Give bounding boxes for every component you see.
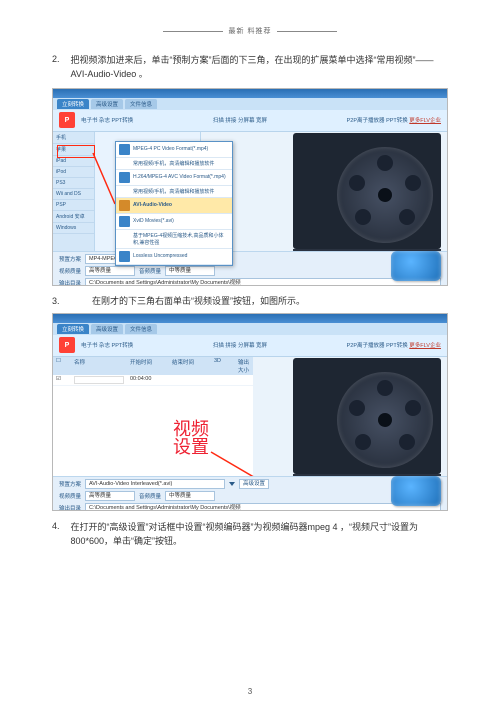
screenshot-1: 立刻转换 高级设置 文件信息 P 电子书 杂志 PPT转换 扫描 拼接 分屏幕 …: [52, 88, 448, 286]
promo-bar: P 电子书 杂志 PPT转换 扫描 拼接 分屏幕 宽屏 P2P离子播放器 PPT…: [53, 335, 447, 357]
doc-header: 最新 料推荐: [52, 26, 448, 36]
advanced-settings-button[interactable]: 高级设置: [239, 479, 269, 489]
bottom-options: 预置方案 MP4-MPEG-4 Video(*.mp4) ☐使用制作 视频质量 …: [53, 251, 447, 285]
page-number: 3: [0, 687, 500, 696]
format-icon: [119, 216, 130, 227]
file-row[interactable]: ☑ 00:04:00: [53, 375, 253, 386]
format-item-lossless[interactable]: Lossless Uncompressed: [116, 249, 232, 265]
device-psp[interactable]: PSP: [53, 200, 94, 211]
step-3-number: 3.: [52, 296, 68, 306]
out-label: 输出目录: [59, 504, 81, 511]
bottom-options: 预置方案 AVI-Audio-Video Interleaved(*.avi) …: [53, 476, 447, 510]
window-titlebar: [53, 89, 447, 98]
format-icon: [119, 172, 130, 183]
format-item-desc3: 基于MPEG-4视频压缩技术,高品质和小体积,兼容性强: [116, 230, 232, 249]
window-titlebar: [53, 314, 447, 323]
format-dropdown[interactable]: MPEG-4 PC Video Format(*.mp4) 常用视频/手机，高清…: [115, 141, 233, 266]
header-rule-right: [277, 31, 337, 32]
step-3-text: 在刚才的下三角右面单击“视频设置”按钮，如图所示。: [68, 294, 448, 307]
promo-text-right: P2P离子播放器 PPT转换: [347, 118, 408, 124]
vq-label: 视频质量: [59, 267, 81, 275]
out-label: 输出目录: [59, 279, 81, 286]
tab-convert[interactable]: 立刻转换: [57, 99, 89, 109]
device-android[interactable]: Android 安卓: [53, 211, 94, 223]
step-4: 4. 在打开的“高级设置”对话框中设置“视频编码器”为视频编码器mpeg 4 ，…: [52, 521, 448, 549]
vq-field[interactable]: 高等质量: [85, 491, 135, 501]
vq-label: 视频质量: [59, 492, 81, 500]
plan-label: 预置方案: [59, 480, 81, 488]
file-list: ☐ 名称 开始时间 结束时间 3D 输出大小 ☑ 00:04:00: [53, 357, 253, 476]
plan-field[interactable]: AVI-Audio-Video Interleaved(*.avi): [85, 479, 225, 489]
header-rule-left: [163, 31, 223, 32]
screenshot-2: 立刻转换 高级设置 文件信息 P 电子书 杂志 PPT转换 扫描 拼接 分屏幕 …: [52, 313, 448, 511]
red-box-device: [57, 145, 95, 158]
format-icon: [119, 144, 130, 155]
convert-button[interactable]: [391, 251, 441, 281]
format-item-mp4[interactable]: MPEG-4 PC Video Format(*.mp4): [116, 142, 232, 158]
tab-convert[interactable]: 立刻转换: [57, 324, 89, 334]
format-item-desc2: 常用视频/手机，高清编辑和播放软件: [116, 186, 232, 198]
convert-button[interactable]: [391, 476, 441, 506]
device-wii[interactable]: Wii and DS: [53, 189, 94, 200]
aq-field[interactable]: 中等质量: [165, 266, 215, 276]
step-4-text: 在打开的“高级设置”对话框中设置“视频编码器”为视频编码器mpeg 4 ，“视频…: [71, 521, 447, 549]
promo-link[interactable]: 更多FLV企业: [409, 343, 441, 349]
promo-text-left: 电子书 杂志 PPT转换: [81, 116, 133, 124]
device-ps3[interactable]: PS3: [53, 178, 94, 189]
vq-field[interactable]: 高等质量: [85, 266, 135, 276]
step-2: 2. 把视频添加进来后，单击“预制方案”后面的下三角，在出现的扩展菜单中选择“常…: [52, 54, 448, 82]
tab-row: 立刻转换 高级设置 文件信息: [53, 323, 447, 335]
format-icon: [119, 251, 130, 262]
tab-fileinfo[interactable]: 文件信息: [125, 324, 157, 334]
file-list-header: ☐ 名称 开始时间 结束时间 3D 输出大小: [53, 357, 253, 375]
step-2-text: 把视频添加进来后，单击“预制方案”后面的下三角，在出现的扩展菜单中选择“常用视频…: [71, 54, 447, 82]
promo-link[interactable]: 更多FLV企业: [409, 118, 441, 124]
promo-icon: P: [59, 337, 75, 353]
promo-bar: P 电子书 杂志 PPT转换 扫描 拼接 分屏幕 宽屏 P2P离子播放器 PPT…: [53, 110, 447, 132]
tab-row: 立刻转换 高级设置 文件信息: [53, 98, 447, 110]
promo-text-left: 电子书 杂志 PPT转换: [81, 341, 133, 349]
format-item-desc1: 常用视频/手机，高清编辑和播放软件: [116, 158, 232, 170]
film-reel-icon: [337, 147, 433, 243]
header-title: 最新 料推荐: [229, 26, 272, 36]
format-item-avi[interactable]: AVI-Audio-Video: [116, 198, 232, 214]
out-field[interactable]: C:\Documents and Settings\Administrator\…: [85, 503, 441, 511]
step-3: 3. 在刚才的下三角右面单击“视频设置”按钮，如图所示。: [52, 294, 448, 307]
tab-advanced[interactable]: 高级设置: [91, 324, 123, 334]
format-item-h264[interactable]: H.264/MPEG-4 AVC Video Format(*.mp4): [116, 170, 232, 186]
step-2-number: 2.: [52, 54, 68, 64]
promo-text-right: P2P离子播放器 PPT转换: [347, 343, 408, 349]
overlay-video-settings: 视频 设置: [173, 420, 209, 456]
promo-text-mid: 扫描 拼接 分屏幕 宽屏: [213, 343, 267, 349]
film-reel-icon: [337, 372, 433, 468]
promo-text-mid: 扫描 拼接 分屏幕 宽屏: [213, 116, 267, 124]
tab-advanced[interactable]: 高级设置: [91, 99, 123, 109]
format-icon: [119, 200, 130, 211]
step-4-number: 4.: [52, 521, 68, 531]
plan-label: 预置方案: [59, 255, 81, 263]
device-ipod[interactable]: iPod: [53, 167, 94, 178]
aq-label: 音频质量: [139, 492, 161, 500]
tab-fileinfo[interactable]: 文件信息: [125, 99, 157, 109]
device-phone[interactable]: 手机: [53, 132, 94, 144]
aq-field[interactable]: 中等质量: [165, 491, 215, 501]
format-item-xvid[interactable]: XviD Movies(*.avi): [116, 214, 232, 230]
aq-label: 音频质量: [139, 267, 161, 275]
device-windows[interactable]: Windows: [53, 223, 94, 234]
promo-icon: P: [59, 112, 75, 128]
plan-dropdown-icon[interactable]: [229, 482, 235, 486]
out-field[interactable]: C:\Documents and Settings\Administrator\…: [85, 278, 441, 286]
